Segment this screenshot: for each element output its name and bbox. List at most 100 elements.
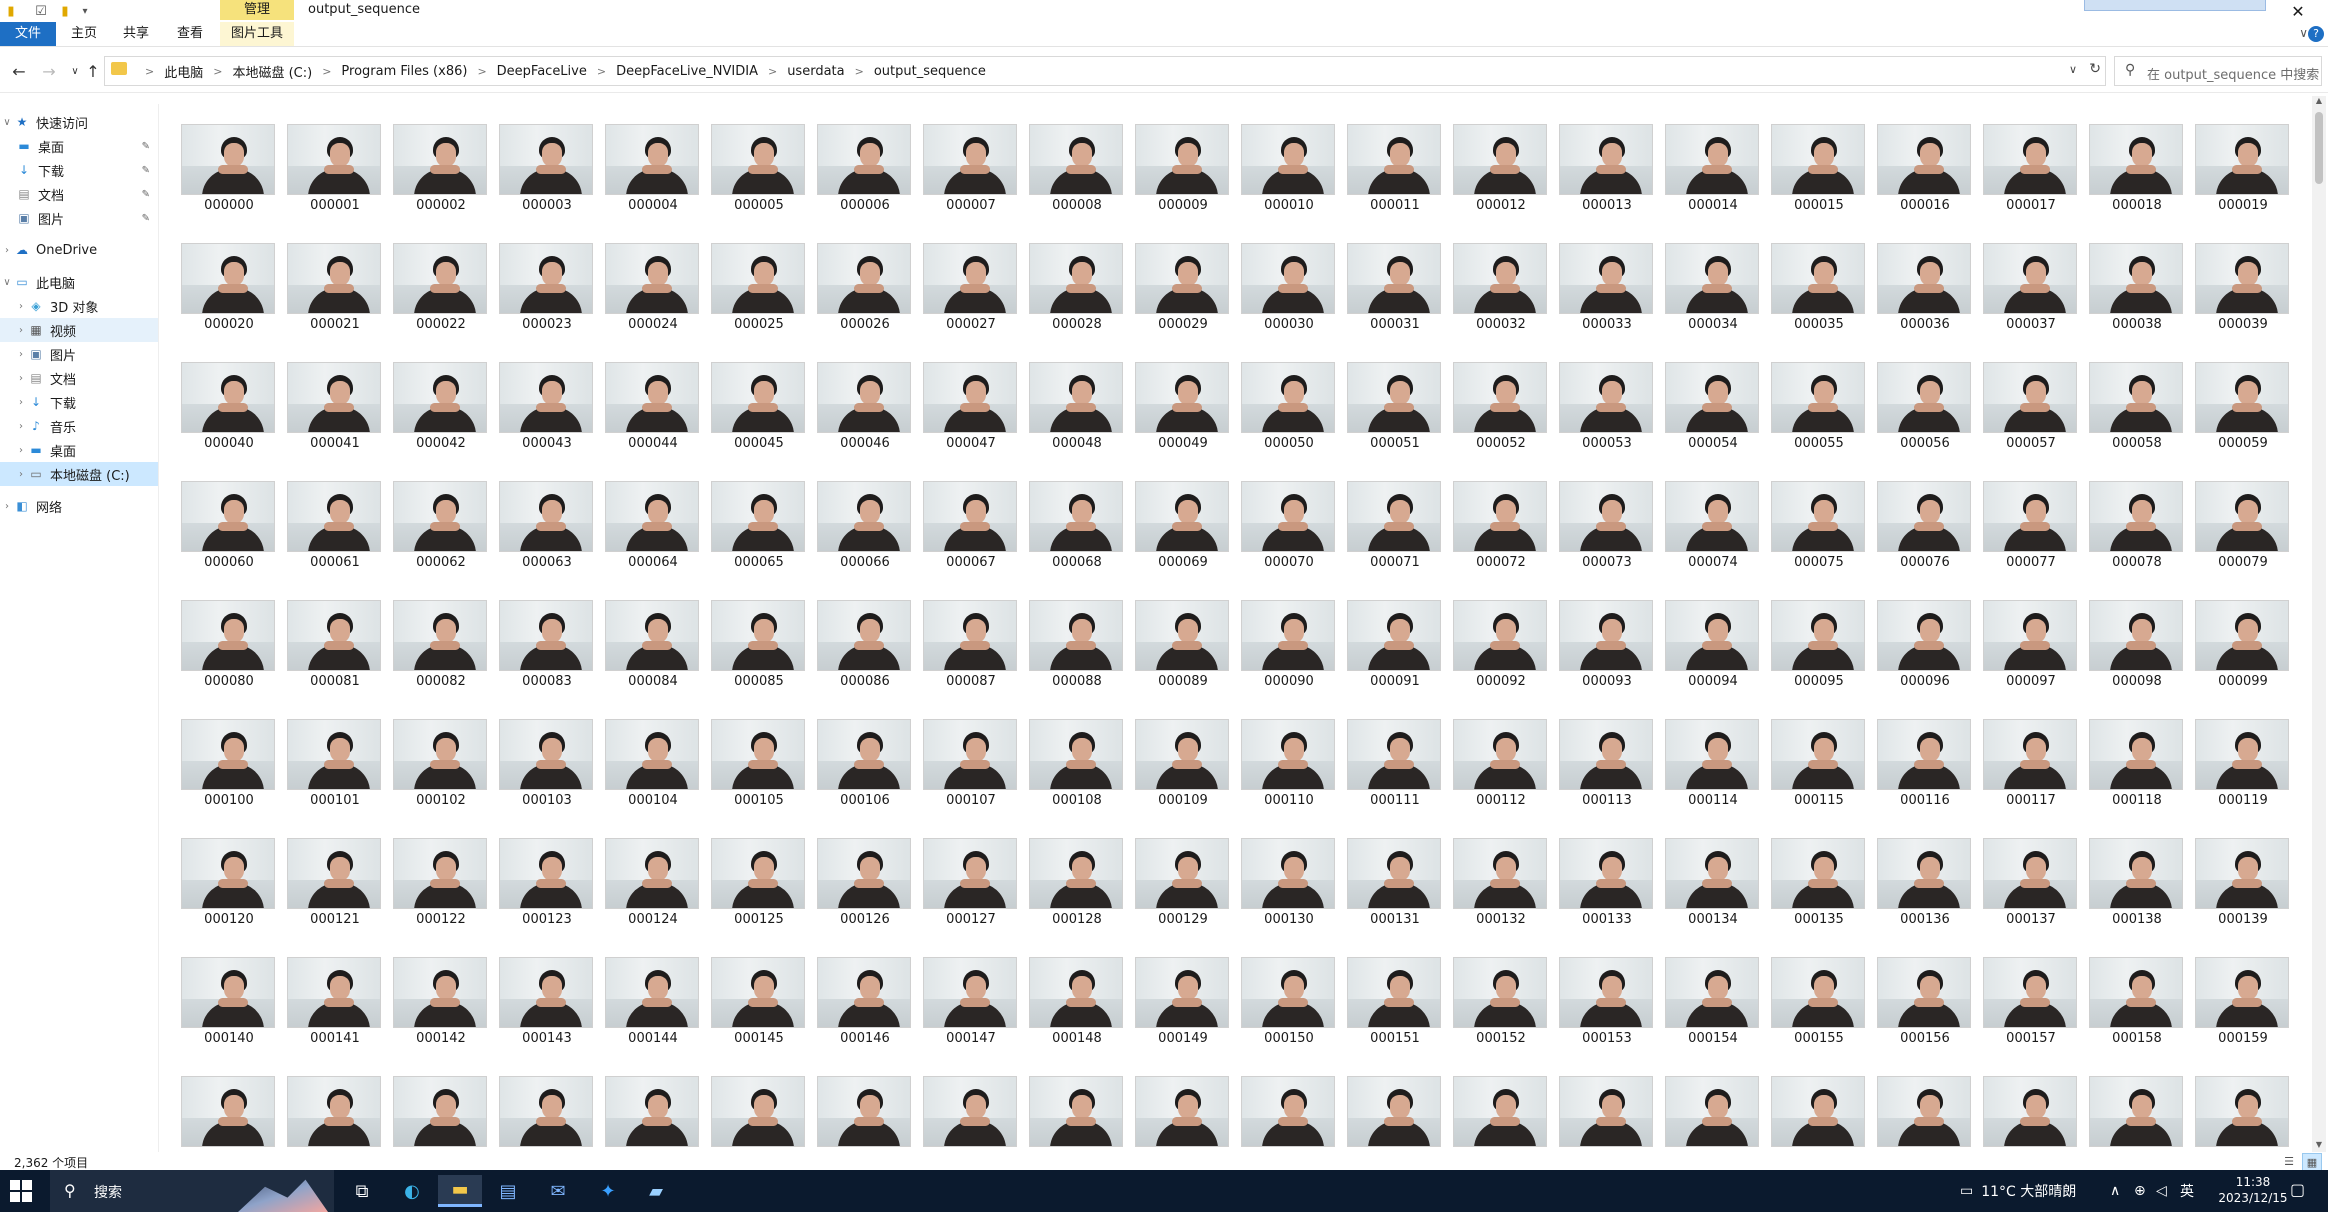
file-tile[interactable]: 000143 [494,955,600,1074]
file-tile[interactable]: 000026 [812,241,918,360]
file-tile[interactable]: 000106 [812,717,918,836]
file-tile[interactable]: 000039 [2190,241,2296,360]
file-tile[interactable]: 000037 [1978,241,2084,360]
nav-3d-objects[interactable]: › ◈ 3D 对象 [0,294,158,318]
file-tile[interactable] [918,1074,1024,1152]
file-tile[interactable]: 000095 [1766,598,1872,717]
file-tile[interactable]: 000063 [494,479,600,598]
file-tile[interactable]: 000129 [1130,836,1236,955]
file-tile[interactable]: 000044 [600,360,706,479]
file-tile[interactable]: 000046 [812,360,918,479]
file-tile[interactable]: 000057 [1978,360,2084,479]
file-tile[interactable]: 000101 [282,717,388,836]
file-tile[interactable]: 000020 [176,241,282,360]
file-tile[interactable] [1130,1074,1236,1152]
deepfacelive-app-icon[interactable]: ▰ [634,1175,678,1207]
file-tile[interactable]: 000055 [1766,360,1872,479]
file-tile[interactable]: 000017 [1978,122,2084,241]
file-tile[interactable]: 000121 [282,836,388,955]
tab-share[interactable]: 共享 [114,22,158,46]
file-tile[interactable] [1236,1074,1342,1152]
nav-network[interactable]: › ◧ 网络 [0,494,158,518]
file-tile[interactable]: 000080 [176,598,282,717]
file-tile[interactable]: 000142 [388,955,494,1074]
file-tile[interactable]: 000108 [1024,717,1130,836]
expand-chevron-icon[interactable]: › [14,301,28,312]
breadcrumb-separator[interactable]: > [597,65,606,78]
bird-app-icon[interactable]: ✦ [586,1175,630,1207]
file-tile[interactable]: 000126 [812,836,918,955]
expand-chevron-icon[interactable]: › [14,445,28,456]
file-tile[interactable] [1660,1074,1766,1152]
file-tile[interactable]: 000132 [1448,836,1554,955]
file-tile[interactable]: 000147 [918,955,1024,1074]
file-tile[interactable]: 000000 [176,122,282,241]
file-tile[interactable]: 000034 [1660,241,1766,360]
manage-context-tab[interactable]: 管理 [220,0,294,20]
taskbar-search[interactable]: ⚲ 搜索 [50,1170,334,1212]
nav-quick-access[interactable]: ∨ ★ 快速访问 [0,110,158,134]
windows-start-icon[interactable] [10,1180,32,1202]
file-tile[interactable]: 000156 [1872,955,1978,1074]
file-tile[interactable]: 000010 [1236,122,1342,241]
file-tile[interactable]: 000009 [1130,122,1236,241]
file-tile[interactable]: 000135 [1766,836,1872,955]
file-tile[interactable] [1554,1074,1660,1152]
file-tile[interactable]: 000123 [494,836,600,955]
file-tile[interactable]: 000100 [176,717,282,836]
nav-documents-pinned[interactable]: ▤ 文档 ✎ [0,182,158,206]
close-button[interactable]: ✕ [2268,0,2328,22]
new-folder-icon[interactable]: ▮ [56,2,74,20]
file-tile[interactable]: 000115 [1766,717,1872,836]
breadcrumb-userdata[interactable]: userdata [787,64,844,79]
file-tile[interactable]: 000081 [282,598,388,717]
file-tile[interactable]: 000060 [176,479,282,598]
file-tile[interactable]: 000073 [1554,479,1660,598]
file-tile[interactable]: 000130 [1236,836,1342,955]
file-tile[interactable]: 000008 [1024,122,1130,241]
scroll-thumb[interactable] [2315,112,2323,184]
file-tile[interactable]: 000056 [1872,360,1978,479]
file-tile[interactable]: 000078 [2084,479,2190,598]
file-tile[interactable]: 000096 [1872,598,1978,717]
store-icon[interactable]: ▤ [486,1175,530,1207]
file-tile[interactable]: 000065 [706,479,812,598]
file-tile[interactable]: 000074 [1660,479,1766,598]
file-tile[interactable]: 000148 [1024,955,1130,1074]
file-tile[interactable]: 000094 [1660,598,1766,717]
nav-documents[interactable]: › ▤ 文档 [0,366,158,390]
file-tile[interactable]: 000145 [706,955,812,1074]
file-tile[interactable]: 000113 [1554,717,1660,836]
file-tile[interactable]: 000001 [282,122,388,241]
nav-this-pc[interactable]: ∨ ▭ 此电脑 [0,270,158,294]
file-tile[interactable]: 000131 [1342,836,1448,955]
file-tile[interactable]: 000089 [1130,598,1236,717]
file-tile[interactable]: 000011 [1342,122,1448,241]
file-tile[interactable]: 000139 [2190,836,2296,955]
file-tile[interactable]: 000062 [388,479,494,598]
file-tile[interactable]: 000149 [1130,955,1236,1074]
tab-view[interactable]: 查看 [168,22,212,46]
nav-local-disk-c[interactable]: › ▭ 本地磁盘 (C:) [0,462,158,486]
file-tile[interactable]: 000076 [1872,479,1978,598]
tab-picture-tools[interactable]: 图片工具 [220,22,294,46]
breadcrumb-separator[interactable]: > [322,65,331,78]
file-explorer-icon[interactable]: ▬ [438,1175,482,1207]
file-tile[interactable]: 000051 [1342,360,1448,479]
file-tile[interactable]: 000021 [282,241,388,360]
file-tile[interactable]: 000015 [1766,122,1872,241]
file-tile[interactable]: 000059 [2190,360,2296,479]
collapse-chevron-icon[interactable]: ∨ [0,117,14,128]
file-tile[interactable] [1872,1074,1978,1152]
file-tile[interactable]: 000004 [600,122,706,241]
file-tile[interactable]: 000116 [1872,717,1978,836]
file-tile[interactable]: 000109 [1130,717,1236,836]
file-tile[interactable]: 000152 [1448,955,1554,1074]
nav-pictures-pinned[interactable]: ▣ 图片 ✎ [0,206,158,230]
nav-desktop-pinned[interactable]: ▬ 桌面 ✎ [0,134,158,158]
file-tile[interactable]: 000040 [176,360,282,479]
file-tile[interactable]: 000154 [1660,955,1766,1074]
file-tile[interactable]: 000071 [1342,479,1448,598]
help-icon[interactable]: ? [2308,26,2324,42]
file-tile[interactable]: 000027 [918,241,1024,360]
